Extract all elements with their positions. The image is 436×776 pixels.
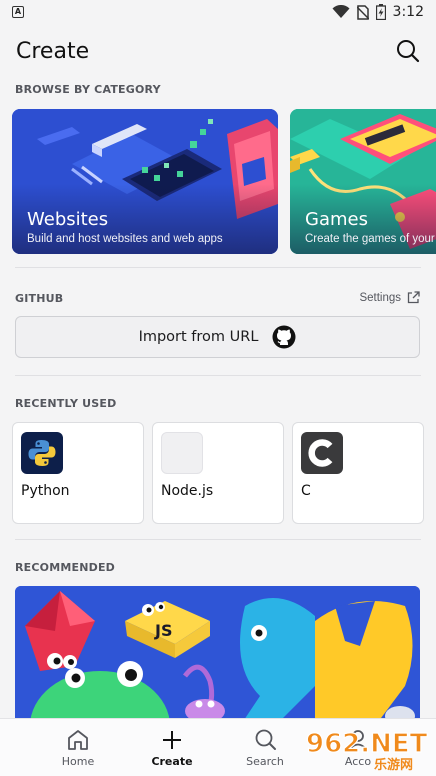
recent-item-c[interactable]: C	[292, 422, 424, 524]
create-content[interactable]: BROWSE BY CATEGORY Websites Build and ho	[0, 78, 436, 718]
no-sim-icon	[356, 4, 369, 20]
language-name: C	[301, 483, 311, 499]
c-language-icon	[301, 432, 343, 474]
github-icon	[272, 325, 296, 349]
app-header: Create	[0, 24, 436, 78]
nav-label: Search	[246, 755, 284, 768]
battery-charging-icon	[375, 4, 386, 20]
nodejs-icon	[161, 432, 203, 474]
language-name: Node.js	[161, 483, 214, 499]
github-section-label: GITHUB	[15, 292, 64, 305]
python-icon	[21, 432, 63, 474]
section-divider	[15, 539, 421, 540]
nav-label: Create	[151, 755, 193, 768]
nav-home[interactable]: Home	[38, 719, 118, 776]
app-notification-icon: A	[12, 6, 24, 18]
recent-section-label: RECENTLY USED	[15, 397, 117, 410]
plus-icon	[163, 731, 181, 749]
search-icon[interactable]	[395, 38, 421, 64]
status-bar: A 3:12	[0, 0, 436, 24]
home-icon	[68, 730, 88, 750]
recent-item-nodejs[interactable]: Node.js	[152, 422, 284, 524]
import-button-label: Import from URL	[138, 329, 259, 345]
category-subtitle: Build and host websites and web apps	[27, 233, 223, 245]
watermark-logo: 962.NET 乐游网	[305, 728, 428, 772]
wifi-icon	[332, 5, 350, 18]
import-from-url-button[interactable]: Import from URL	[15, 316, 420, 358]
recommended-section-label: RECOMMENDED	[15, 561, 115, 574]
nav-search[interactable]: Search	[225, 719, 305, 776]
category-card-games[interactable]: Games Create the games of your	[290, 109, 436, 254]
external-link-icon	[407, 291, 420, 304]
category-card-websites[interactable]: Websites Build and host websites and web…	[12, 109, 278, 254]
section-divider	[15, 267, 421, 268]
recommended-banner[interactable]: JS	[15, 586, 420, 718]
section-divider	[15, 375, 421, 376]
nav-create[interactable]: Create	[132, 719, 212, 776]
category-title: Games	[305, 209, 368, 230]
watermark-text: 962.NET	[306, 729, 428, 759]
watermark-subtext: 乐游网	[374, 757, 413, 772]
recent-item-python[interactable]: Python	[12, 422, 144, 524]
js-logo-text: JS	[154, 621, 172, 640]
status-time: 3:12	[392, 4, 424, 20]
category-title: Websites	[27, 209, 109, 230]
recommended-illustration: JS	[15, 586, 420, 718]
github-settings-label: Settings	[359, 291, 401, 304]
nav-label: Home	[61, 755, 95, 768]
language-name: Python	[21, 483, 70, 499]
github-settings-link[interactable]: Settings	[359, 291, 420, 304]
category-subtitle: Create the games of your	[305, 233, 435, 245]
browse-section-label: BROWSE BY CATEGORY	[15, 83, 161, 96]
search-icon	[255, 729, 276, 750]
page-title: Create	[16, 38, 90, 64]
